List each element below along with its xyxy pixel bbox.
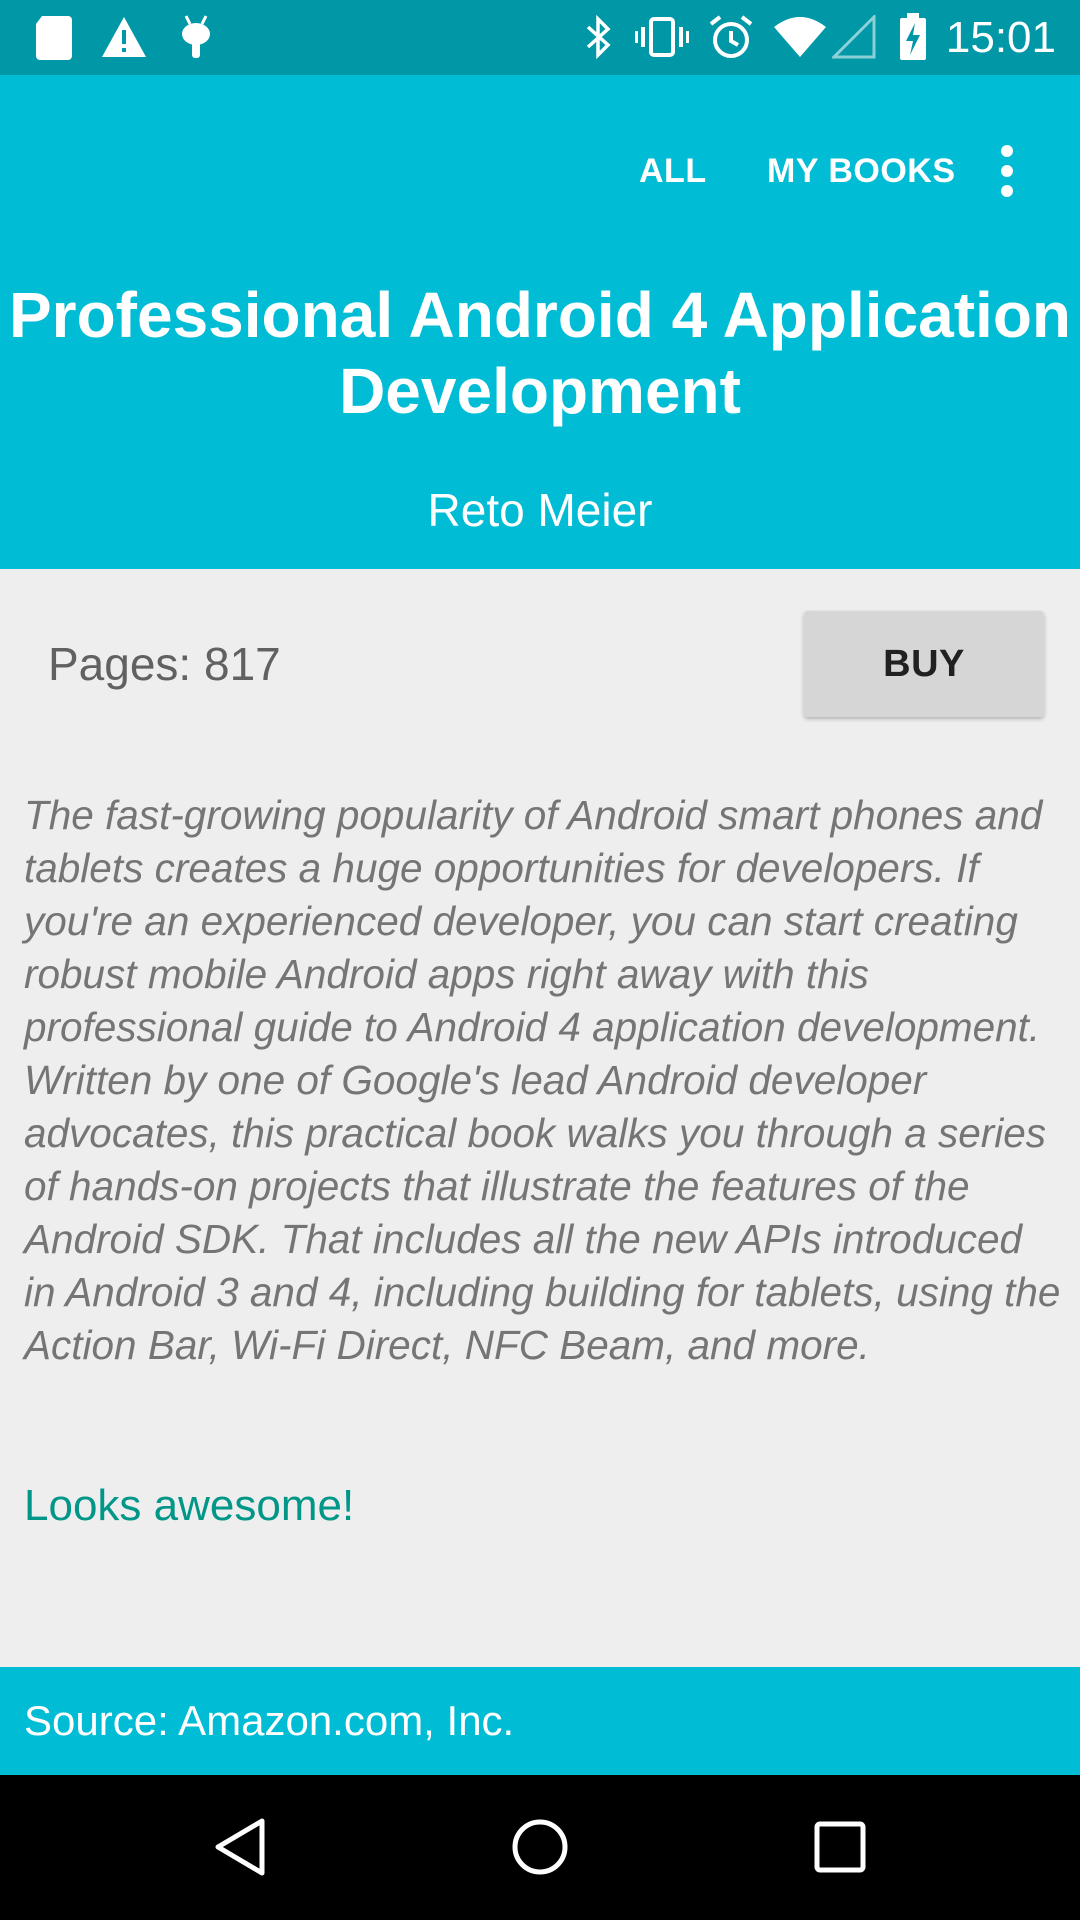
page-count: Pages: 817	[48, 638, 281, 690]
book-author: Reto Meier	[427, 484, 653, 536]
status-bar: 15:01	[0, 0, 1080, 75]
navigation-bar	[0, 1775, 1080, 1920]
wifi-icon	[772, 12, 828, 62]
battery-charging-icon	[896, 12, 930, 62]
home-icon[interactable]	[505, 1812, 575, 1882]
recents-icon[interactable]	[805, 1812, 875, 1882]
book-title: Professional Android 4 Application Devel…	[8, 279, 1072, 427]
more-vert-icon[interactable]	[982, 131, 1032, 211]
bluetooth-icon	[580, 12, 616, 62]
book-description: The fast-growing popularity of Android s…	[24, 792, 1061, 1368]
back-icon[interactable]	[205, 1812, 275, 1882]
source-label: Source: Amazon.com, Inc.	[24, 1697, 515, 1744]
warning-icon	[100, 12, 148, 62]
source-footer: Source: Amazon.com, Inc.	[0, 1667, 1080, 1775]
android-debug-icon	[176, 12, 216, 62]
app-bar: ALL MY BOOKS Professional Android 4 Appl…	[0, 75, 1080, 569]
vibrate-icon	[634, 12, 690, 62]
tab-all[interactable]: ALL	[639, 131, 707, 211]
tab-my-books[interactable]: MY BOOKS	[767, 131, 956, 211]
clock: 15:01	[945, 13, 1056, 62]
review-text: Looks awesome!	[24, 1481, 355, 1530]
buy-button[interactable]: BUY	[804, 611, 1044, 717]
sd-card-icon	[34, 12, 74, 62]
cell-signal-icon	[832, 12, 876, 62]
alarm-icon	[707, 12, 755, 62]
